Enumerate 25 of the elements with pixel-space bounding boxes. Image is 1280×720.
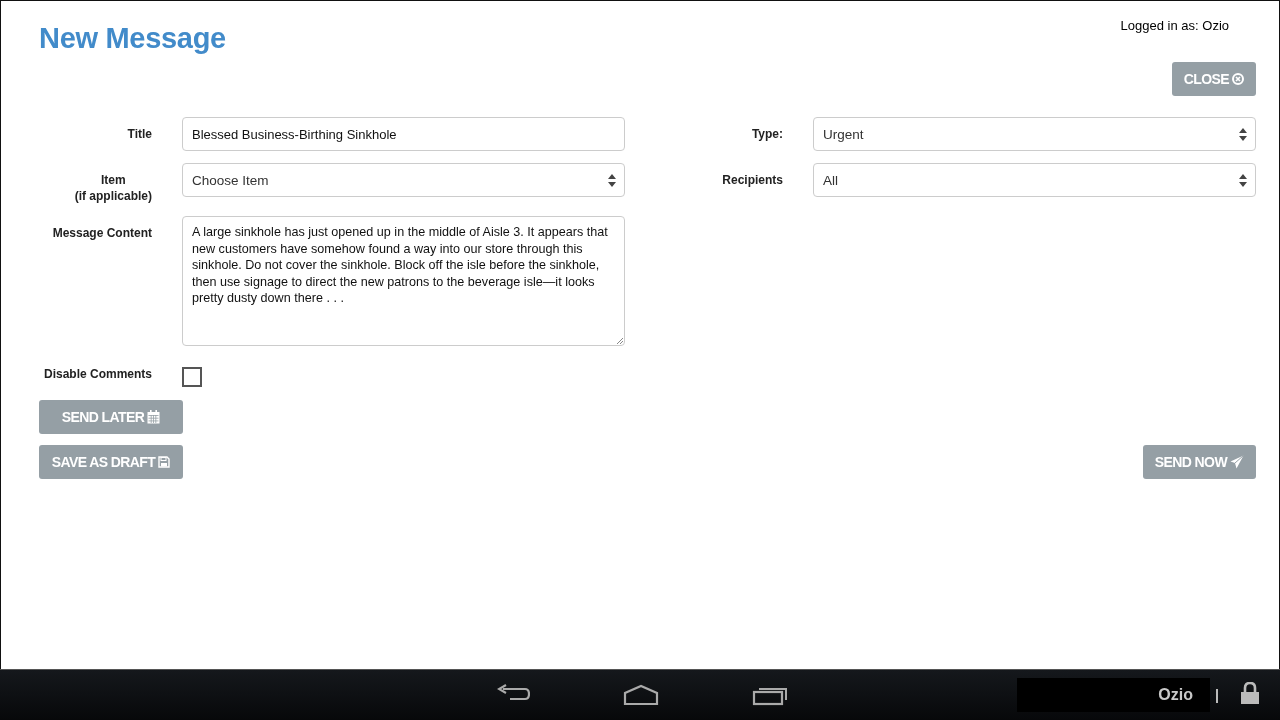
field-label: Message Content xyxy=(52,225,152,241)
field-label: Recipients xyxy=(722,172,783,188)
calendar-icon xyxy=(147,410,161,424)
checkbox[interactable] xyxy=(182,367,202,387)
lock-icon[interactable] xyxy=(1241,682,1259,704)
logged-in-text: Logged in as: Ozio xyxy=(1120,18,1229,33)
select-arrows-icon xyxy=(1239,173,1247,187)
select-field[interactable]: Choose Item xyxy=(182,163,625,197)
select-arrows-icon xyxy=(1239,127,1247,141)
close-circle-icon xyxy=(1232,73,1244,85)
select-arrows-icon xyxy=(608,173,616,187)
paper-plane-icon xyxy=(1230,455,1244,469)
field-hint: (if applicable) xyxy=(74,188,152,204)
resize-grip-icon xyxy=(616,337,623,344)
select-field[interactable]: All xyxy=(813,163,1256,197)
home-icon[interactable] xyxy=(623,684,659,706)
field-label: Item xyxy=(101,172,126,188)
input-field[interactable]: Blessed Business-Birthing Sinkhole xyxy=(182,117,625,151)
select-field[interactable]: Urgent xyxy=(813,117,1256,151)
field-label: Type: xyxy=(751,126,783,142)
field-label: Title xyxy=(127,126,152,142)
field-label: Disable Comments xyxy=(43,367,152,381)
message-field[interactable]: A large sinkhole has just opened up in the middle of Aisle 3. It appears that new customers have somehow found a way into our store through this sinkhole. Do not cover the sinkhole. Block off the isle before the sinkhole, then use signage to direct the new patrons to the beverage isle—it looks pretty dusty down there . . . xyxy=(182,216,625,346)
user-name: Ozio xyxy=(1017,678,1210,712)
page-title: New Message xyxy=(39,22,226,55)
